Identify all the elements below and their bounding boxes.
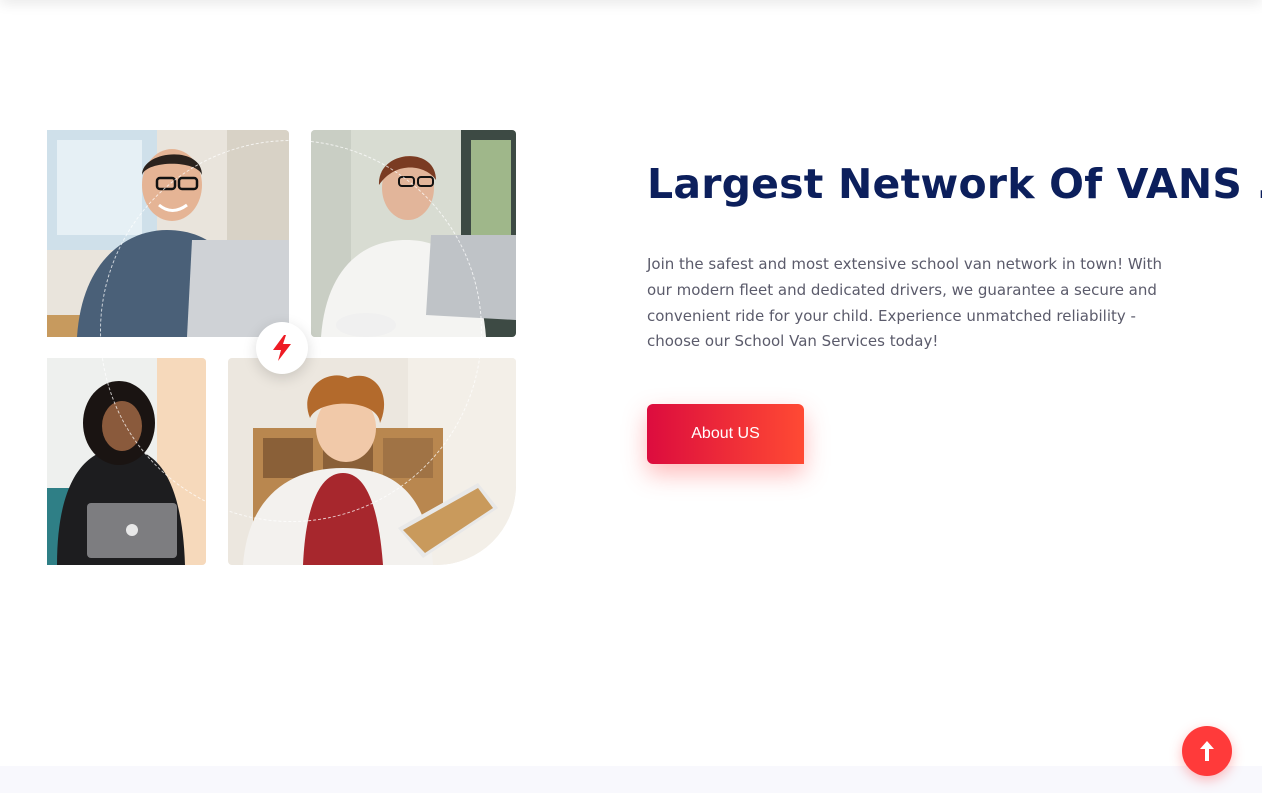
next-section-band [0,766,1262,793]
lightning-bolt-icon [273,335,291,361]
man-with-laptop-photo [47,130,289,337]
arrow-up-icon [1200,741,1214,761]
section-heading: Largest Network Of VANS . [647,160,1262,208]
woman-with-macbook-photo [47,358,206,565]
scroll-to-top-button[interactable] [1182,726,1232,776]
page: Largest Network Of VANS . Join the safes… [0,0,1262,793]
section-description: Join the safest and most extensive schoo… [647,255,1162,351]
child-with-tablet-photo [228,358,516,565]
woman-with-laptop-photo [311,130,516,337]
about-us-button[interactable]: About US [647,404,804,464]
lightning-bolt-badge [256,322,308,374]
